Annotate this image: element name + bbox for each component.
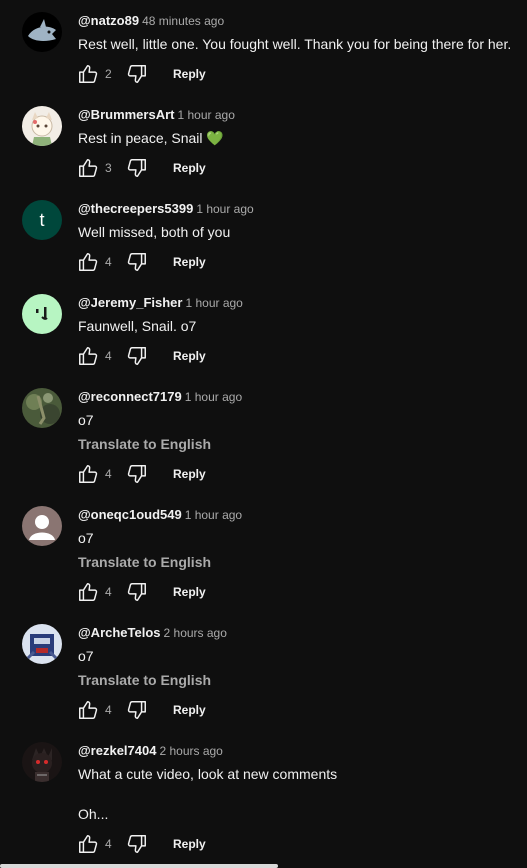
comment-text: o7 <box>78 530 94 546</box>
comment-actions: 4 Reply <box>76 832 206 856</box>
translate-button[interactable]: Translate to English <box>78 552 517 572</box>
reply-button[interactable]: Reply <box>173 467 206 481</box>
comment-time[interactable]: 1 hour ago <box>185 508 242 522</box>
comment-time[interactable]: 2 hours ago <box>164 626 227 640</box>
comment-body: @oneqc1oud549 1 hour ago o7 Translate to En… <box>78 506 517 572</box>
avatar[interactable] <box>22 624 62 664</box>
reply-button[interactable]: Reply <box>173 255 206 269</box>
comment-text: What a cute video, look at new comments … <box>78 766 338 822</box>
comment-body: @BrummersArt 1 hour ago Rest in peace, Sna… <box>78 106 517 148</box>
translate-button[interactable]: Translate to English <box>78 434 517 454</box>
comment-actions: 4 Reply <box>76 698 206 722</box>
like-count: 4 <box>105 703 112 717</box>
comment-header: @reconnect7179 1 hour ago <box>78 388 517 406</box>
comment-body: @thecreepers5399 1 hour ago Well missed, b… <box>78 200 517 242</box>
comment-body: @reconnect7179 1 hour ago o7 Translate to E… <box>78 388 517 454</box>
comment-body: @natzo89 48 minutes ago Rest well, little … <box>78 12 517 54</box>
comment-header: @rezkel7404 2 hours ago <box>78 742 517 760</box>
like-icon[interactable] <box>76 156 100 180</box>
dislike-icon[interactable] <box>125 250 149 274</box>
reply-button[interactable]: Reply <box>173 703 206 717</box>
dislike-icon[interactable] <box>125 580 149 604</box>
comment-actions: 4 Reply <box>76 250 206 274</box>
comment-text: Faunwell, Snail. o7 <box>78 318 197 334</box>
comment-text: o7 <box>78 412 94 428</box>
dislike-icon[interactable] <box>125 832 149 856</box>
like-icon[interactable] <box>76 462 100 486</box>
dislike-icon[interactable] <box>125 156 149 180</box>
comment-text: o7 <box>78 648 94 664</box>
comment-header: @thecreepers5399 1 hour ago <box>78 200 517 218</box>
dislike-icon[interactable] <box>125 462 149 486</box>
avatar[interactable] <box>22 106 62 146</box>
like-icon[interactable] <box>76 344 100 368</box>
like-icon[interactable] <box>76 580 100 604</box>
like-icon[interactable] <box>76 832 100 856</box>
author-name[interactable]: @oneqc1oud549 <box>78 507 182 522</box>
like-count: 4 <box>105 837 112 851</box>
dislike-icon[interactable] <box>125 344 149 368</box>
avatar[interactable] <box>22 294 62 334</box>
like-icon[interactable] <box>76 62 100 86</box>
avatar[interactable] <box>22 506 62 546</box>
reply-button[interactable]: Reply <box>173 585 206 599</box>
like-count: 4 <box>105 585 112 599</box>
reply-button[interactable]: Reply <box>173 837 206 851</box>
like-count: 3 <box>105 161 112 175</box>
author-name[interactable]: @rezkel7404 <box>78 743 156 758</box>
comment-body: @ArcheTelos 2 hours ago o7 Translate to Eng… <box>78 624 517 690</box>
comment-actions: 4 Reply <box>76 344 206 368</box>
like-count: 4 <box>105 467 112 481</box>
comment-header: @Jeremy_Fisher 1 hour ago <box>78 294 517 312</box>
dislike-icon[interactable] <box>125 62 149 86</box>
author-name[interactable]: @Jeremy_Fisher <box>78 295 182 310</box>
comment-text: Rest in peace, Snail 💚 <box>78 130 224 146</box>
comment-text: Rest well, little one. You fought well. … <box>78 36 512 52</box>
comments-list: @natzo89 48 minutes ago Rest well, little … <box>0 0 527 868</box>
comment-body: @rezkel7404 2 hours ago What a cute video,… <box>78 742 517 824</box>
like-count: 4 <box>105 349 112 363</box>
comment-header: @ArcheTelos 2 hours ago <box>78 624 517 642</box>
author-name[interactable]: @ArcheTelos <box>78 625 161 640</box>
reply-button[interactable]: Reply <box>173 67 206 81</box>
author-name[interactable]: @natzo89 <box>78 13 139 28</box>
comment-time[interactable]: 1 hour ago <box>177 108 234 122</box>
horizontal-scrollbar[interactable] <box>0 864 278 868</box>
author-name[interactable]: @reconnect7179 <box>78 389 182 404</box>
comment-time[interactable]: 1 hour ago <box>196 202 253 216</box>
comment-header: @natzo89 48 minutes ago <box>78 12 517 30</box>
translate-button[interactable]: Translate to English <box>78 670 517 690</box>
reply-button[interactable]: Reply <box>173 349 206 363</box>
comment-time[interactable]: 1 hour ago <box>185 296 242 310</box>
comment-header: @BrummersArt 1 hour ago <box>78 106 517 124</box>
comment-time[interactable]: 48 minutes ago <box>142 14 224 28</box>
comment-text: Well missed, both of you <box>78 224 231 240</box>
comment-actions: 2 Reply <box>76 62 206 86</box>
comment-body: @Jeremy_Fisher 1 hour ago Faunwell, Snail.… <box>78 294 517 336</box>
author-name[interactable]: @BrummersArt <box>78 107 174 122</box>
comment-actions: 4 Reply <box>76 580 206 604</box>
author-name[interactable]: @thecreepers5399 <box>78 201 193 216</box>
comment-actions: 4 Reply <box>76 462 206 486</box>
dislike-icon[interactable] <box>125 698 149 722</box>
like-icon[interactable] <box>76 250 100 274</box>
comment-actions: 3 Reply <box>76 156 206 180</box>
avatar[interactable]: t <box>22 200 62 240</box>
svg-text:t: t <box>39 210 44 230</box>
reply-button[interactable]: Reply <box>173 161 206 175</box>
avatar[interactable] <box>22 12 62 52</box>
comment-time[interactable]: 1 hour ago <box>185 390 242 404</box>
comment-time[interactable]: 2 hours ago <box>159 744 222 758</box>
avatar[interactable] <box>22 388 62 428</box>
like-icon[interactable] <box>76 698 100 722</box>
like-count: 2 <box>105 67 112 81</box>
comment-header: @oneqc1oud549 1 hour ago <box>78 506 517 524</box>
avatar[interactable] <box>22 742 62 782</box>
like-count: 4 <box>105 255 112 269</box>
